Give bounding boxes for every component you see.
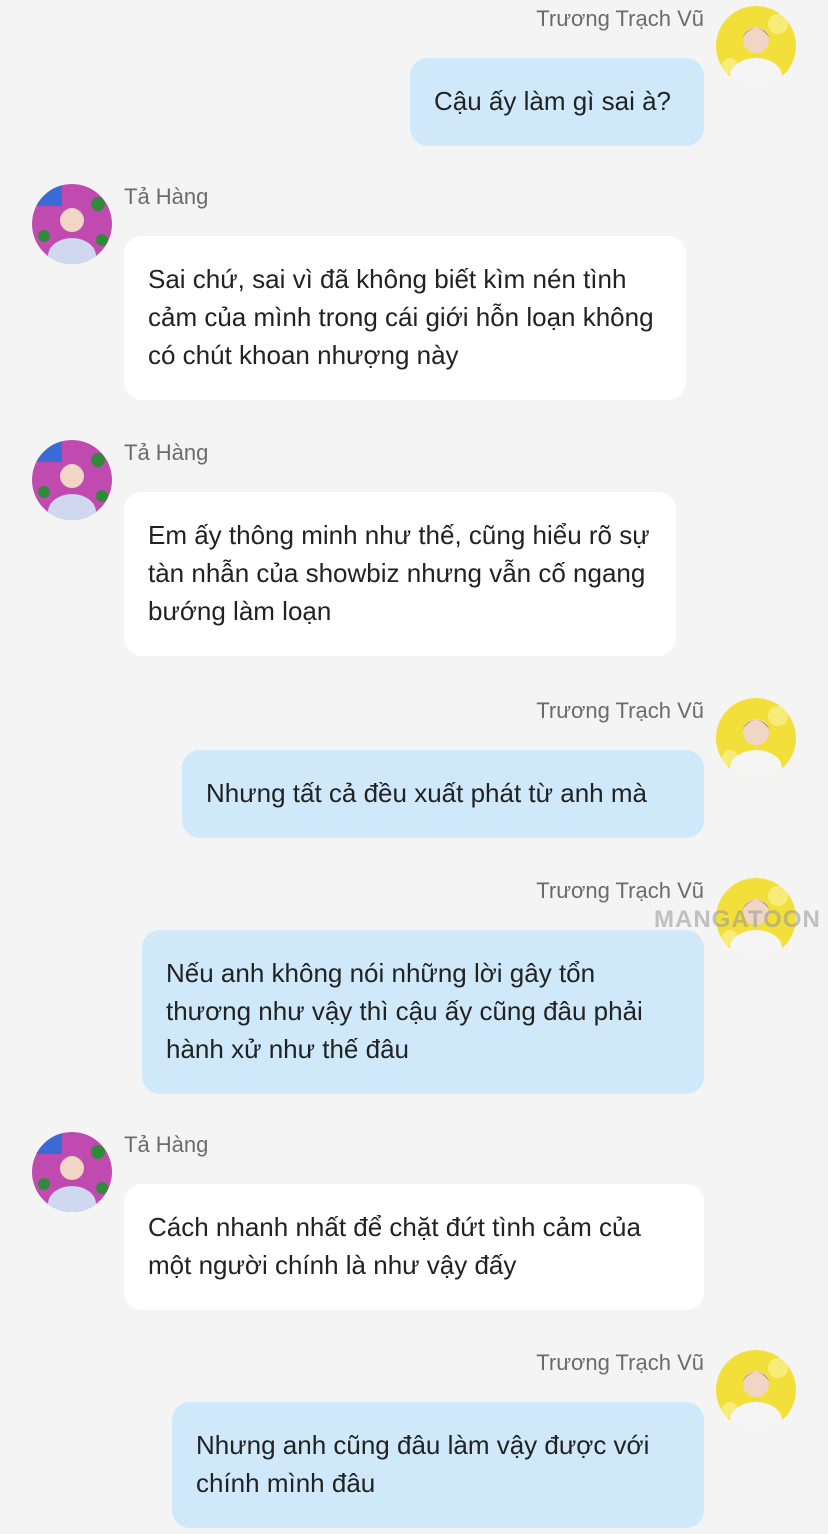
chat-message: Trương Trạch Vũ Nhưng anh cũng đâu làm v… xyxy=(0,1348,828,1534)
avatar-truong-trach-vu[interactable] xyxy=(716,1350,796,1430)
sender-name: Trương Trạch Vũ xyxy=(536,6,704,31)
message-bubble: Em ấy thông minh như thế, cũng hiểu rõ s… xyxy=(124,492,676,656)
avatar-ta-hang[interactable] xyxy=(32,1132,112,1212)
avatar-truong-trach-vu[interactable] xyxy=(716,6,796,86)
sender-name: Trương Trạch Vũ xyxy=(536,878,704,903)
sender-name: Tả Hàng xyxy=(124,1132,209,1157)
sender-name: Trương Trạch Vũ xyxy=(536,698,704,723)
watermark: MANGATOON xyxy=(654,906,821,933)
sender-name: Tả Hàng xyxy=(124,440,209,465)
message-bubble: Nhưng tất cả đều xuất phát từ anh mà xyxy=(182,750,704,838)
chat-message: Tả Hàng Em ấy thông minh như thế, cũng h… xyxy=(0,438,828,658)
sender-name: Tả Hàng xyxy=(124,184,209,209)
message-bubble: Cậu ấy làm gì sai à? xyxy=(410,58,704,146)
avatar-truong-trach-vu[interactable] xyxy=(716,698,796,778)
chat-message: Trương Trạch Vũ Nhưng tất cả đều xuất ph… xyxy=(0,696,828,838)
chat-message: Tả Hàng Sai chứ, sai vì đã không biết kì… xyxy=(0,182,828,402)
message-bubble: Sai chứ, sai vì đã không biết kìm nén tì… xyxy=(124,236,686,400)
avatar-ta-hang[interactable] xyxy=(32,440,112,520)
chat-message: Trương Trạch Vũ Cậu ấy làm gì sai à? xyxy=(0,4,828,146)
chat-message: Tả Hàng Cách nhanh nhất để chặt đứt tình… xyxy=(0,1130,828,1310)
message-bubble: Cách nhanh nhất để chặt đứt tình cảm của… xyxy=(124,1184,704,1310)
avatar-ta-hang[interactable] xyxy=(32,184,112,264)
message-bubble: Nếu anh không nói những lời gây tổn thươ… xyxy=(142,930,704,1094)
message-bubble: Nhưng anh cũng đâu làm vậy được với chín… xyxy=(172,1402,704,1528)
sender-name: Trương Trạch Vũ xyxy=(536,1350,704,1375)
